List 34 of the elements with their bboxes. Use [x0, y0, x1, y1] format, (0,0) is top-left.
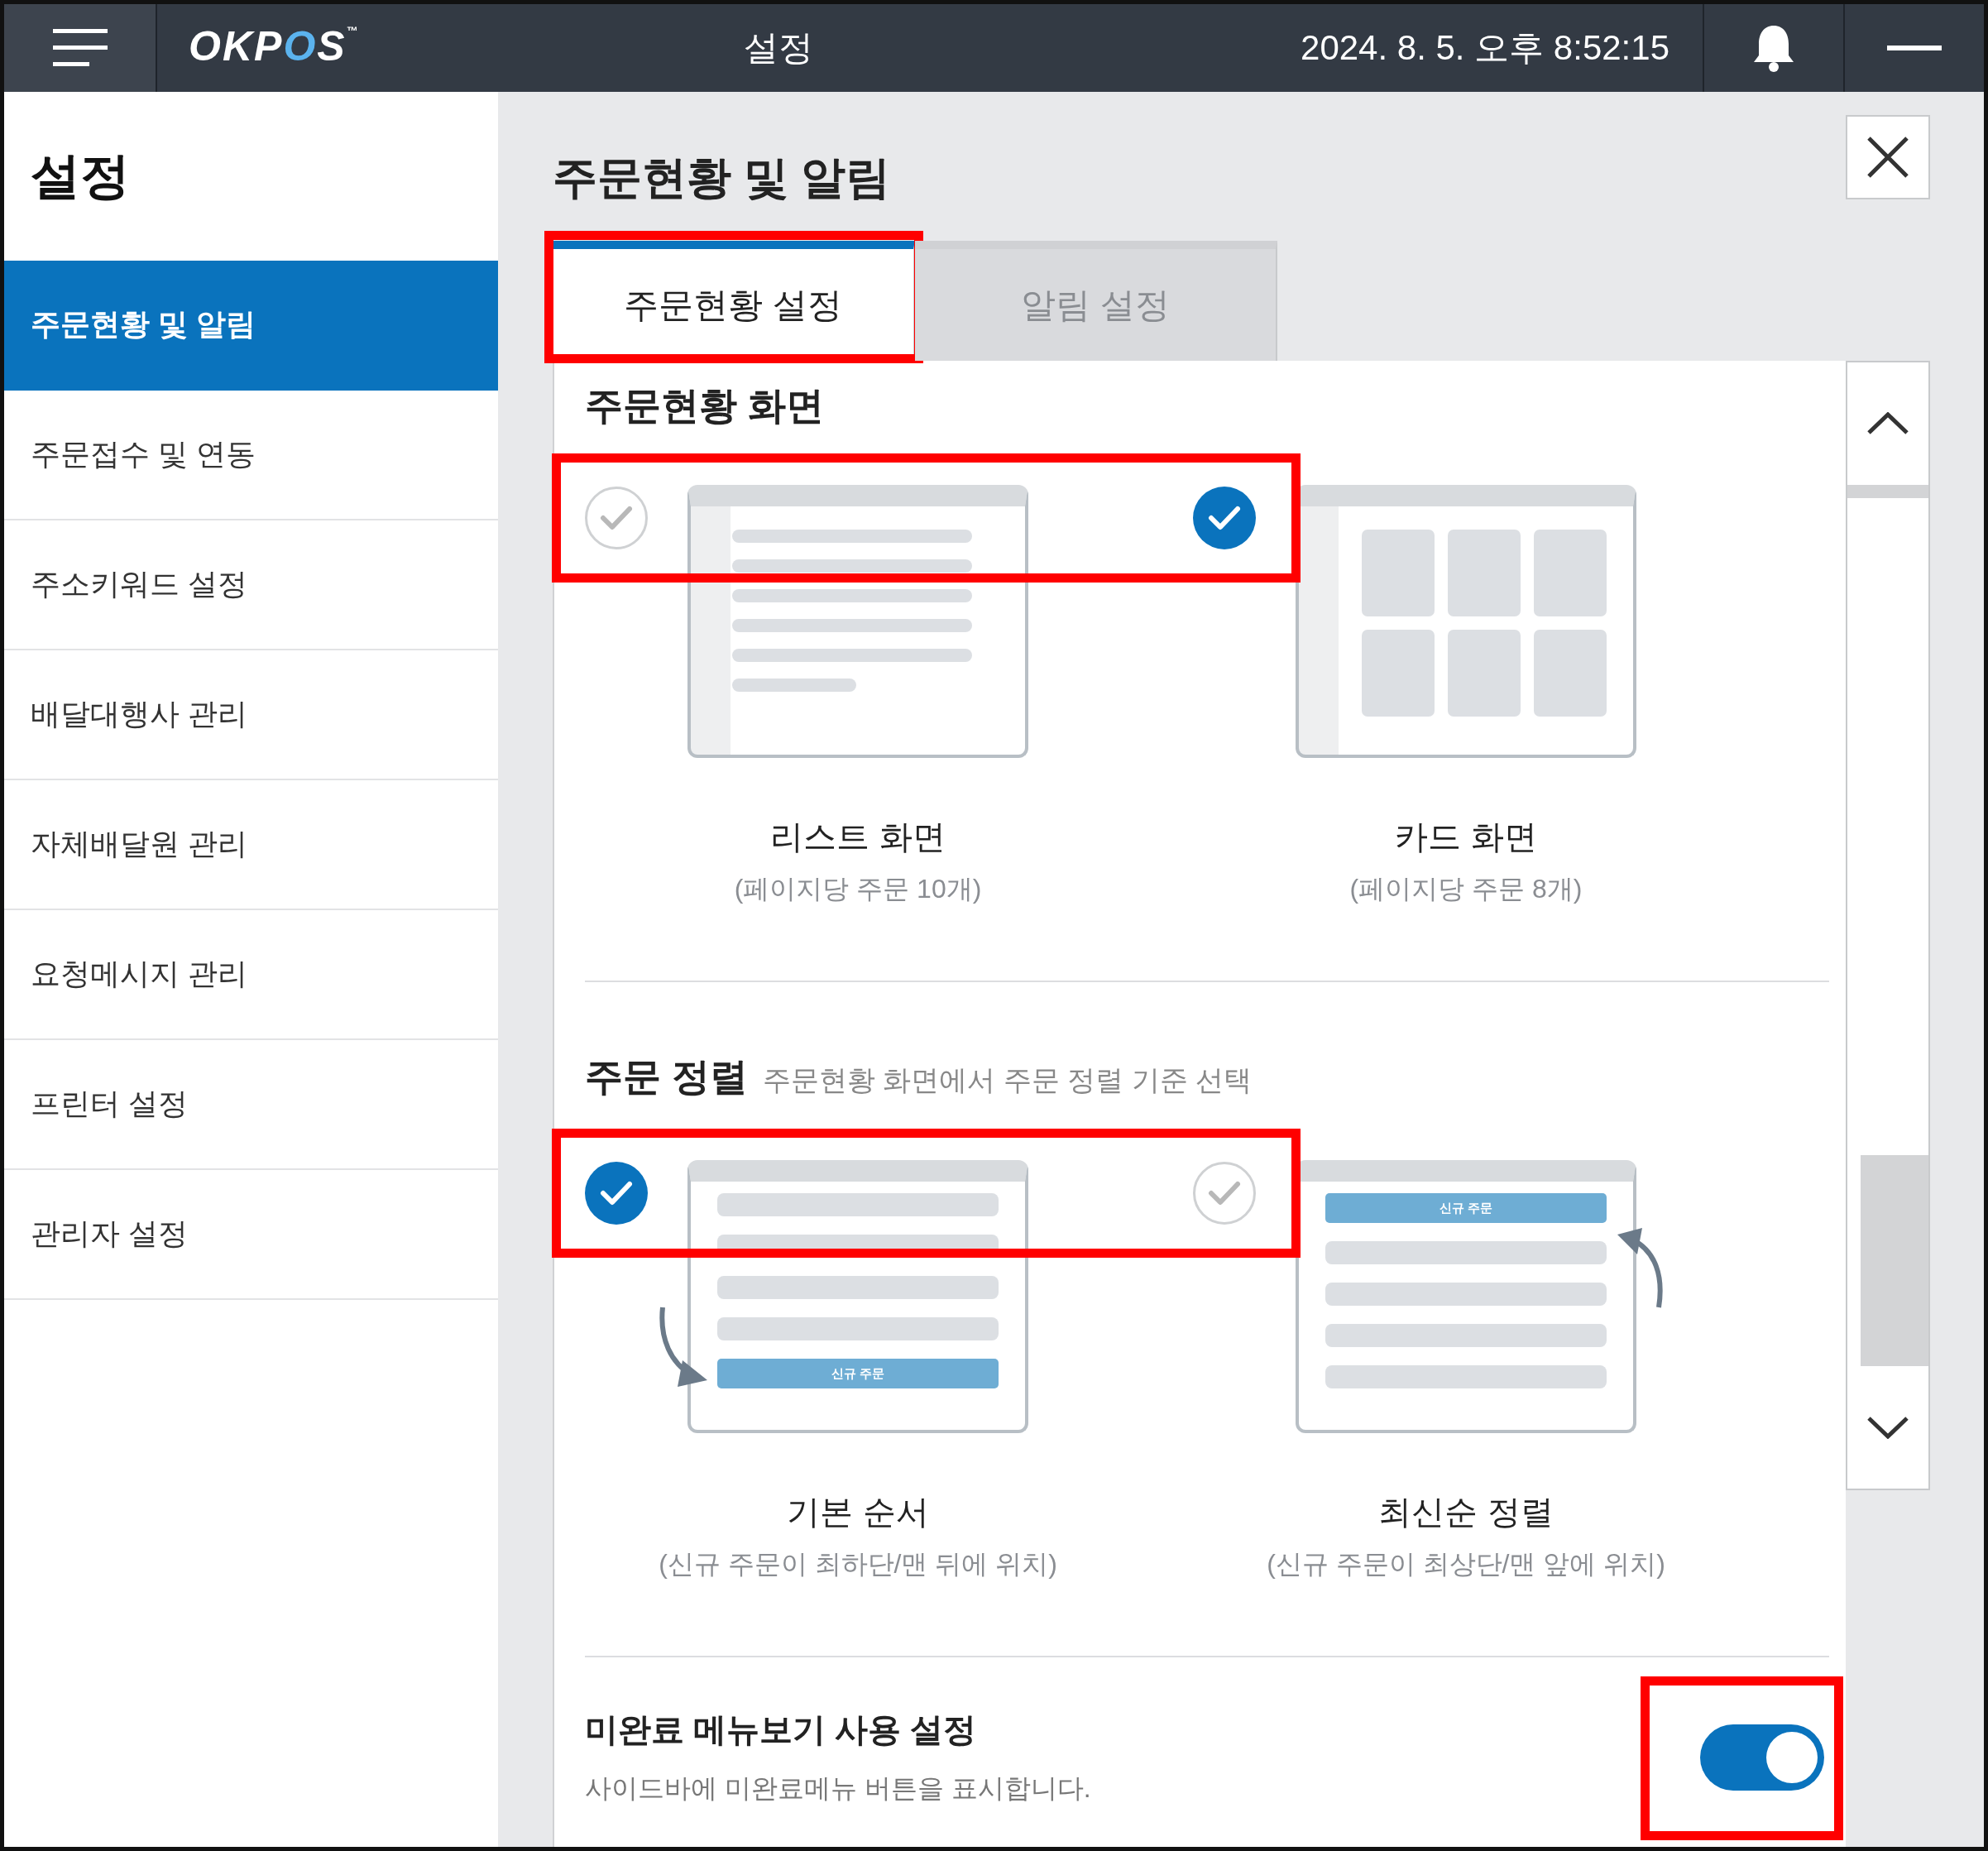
setting-description: 사이드바에 미완료메뉴 버튼을 표시합니다.	[585, 1772, 1091, 1805]
option-note: (페이지당 주문 10개)	[734, 873, 982, 905]
check-icon	[600, 506, 633, 530]
page-title: 주문현황 및 알림	[553, 151, 890, 204]
option-note: (신규 주문이 최하단/맨 뒤에 위치)	[659, 1548, 1057, 1580]
check-icon	[600, 1181, 633, 1206]
option-note: (신규 주문이 최상단/맨 앞에 위치)	[1267, 1548, 1665, 1580]
option-label: 리스트 화면	[769, 818, 946, 856]
close-button[interactable]	[1846, 115, 1930, 199]
menu-icon	[52, 29, 108, 67]
new-order-bar: 신규 주문	[1325, 1193, 1607, 1223]
close-icon	[1866, 136, 1909, 179]
section-title: 주문현황 화면	[585, 383, 824, 429]
check-icon	[1208, 1181, 1241, 1206]
option-label: 최신순 정렬	[1377, 1493, 1554, 1532]
option-label: 카드 화면	[1394, 818, 1538, 856]
option-label: 기본 순서	[786, 1493, 930, 1532]
date-time: 2024. 8. 5. 오후 8:52:15	[1301, 27, 1669, 69]
section-title: 주문 정렬	[585, 1054, 748, 1100]
minimize-icon	[1887, 46, 1942, 50]
menu-button[interactable]	[4, 4, 157, 92]
setting-title: 미완료 메뉴보기 사용 설정	[585, 1710, 978, 1749]
scroll-thumb[interactable]	[1861, 1155, 1928, 1366]
sidebar-item[interactable]: 주문현황 및 알림	[4, 261, 498, 391]
logo: OKPOS™	[188, 22, 361, 71]
section-subtitle: 주문현황 화면에서 주문 정렬 기준 선택	[762, 1063, 1252, 1097]
option-note: (페이지당 주문 8개)	[1349, 873, 1583, 905]
bell-icon	[1752, 24, 1795, 72]
chevron-up-icon	[1866, 412, 1909, 435]
new-order-bar: 신규 주문	[717, 1359, 999, 1388]
check-icon	[1208, 506, 1241, 530]
sidebar-title: 설정	[31, 146, 130, 205]
chevron-down-icon	[1866, 1416, 1909, 1439]
window-title: 설정	[744, 27, 813, 69]
